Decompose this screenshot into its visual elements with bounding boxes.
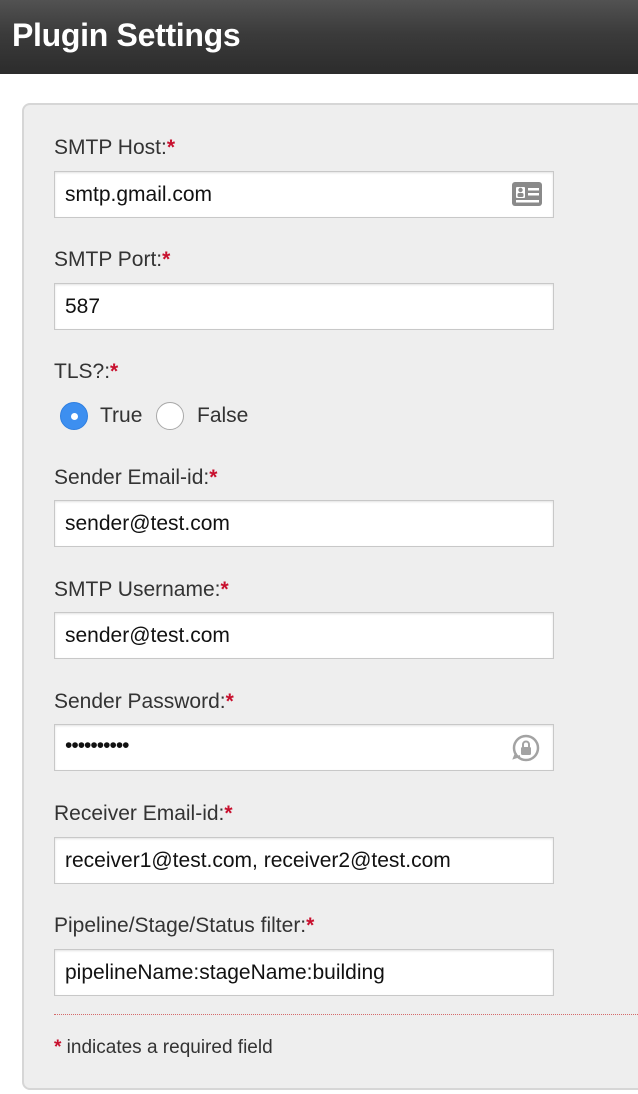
tls-false-label[interactable]: False bbox=[197, 404, 248, 428]
required-marker: * bbox=[166, 136, 175, 159]
tls-true-radio[interactable] bbox=[60, 402, 88, 430]
receiver-email-input[interactable]: receiver1@test.com, receiver2@test.com bbox=[54, 837, 554, 884]
tls-label: TLS?:* bbox=[54, 360, 119, 383]
smtp-host-input[interactable]: smtp.gmail.com bbox=[54, 171, 554, 218]
page-title: Plugin Settings bbox=[12, 17, 241, 53]
tls-false-radio[interactable] bbox=[156, 402, 184, 430]
required-footnote: * indicates a required field bbox=[54, 1037, 273, 1059]
required-marker: * bbox=[224, 802, 233, 825]
smtp-port-value: 587 bbox=[65, 295, 101, 318]
required-marker: * bbox=[306, 914, 315, 937]
sender-password-value: •••••••••• bbox=[65, 734, 130, 757]
password-lock-icon[interactable] bbox=[511, 733, 541, 768]
sender-password-input[interactable]: •••••••••• bbox=[54, 724, 554, 771]
receiver-email-label: Receiver Email-id:* bbox=[54, 802, 233, 825]
smtp-username-input[interactable]: sender@test.com bbox=[54, 612, 554, 659]
tls-true-label[interactable]: True bbox=[100, 404, 142, 428]
required-marker: * bbox=[225, 690, 234, 713]
contact-card-icon[interactable] bbox=[511, 181, 543, 212]
sender-email-input[interactable]: sender@test.com bbox=[54, 500, 554, 547]
divider bbox=[54, 1014, 638, 1015]
filter-label: Pipeline/Stage/Status filter:* bbox=[54, 914, 315, 937]
smtp-host-value: smtp.gmail.com bbox=[65, 183, 213, 206]
required-marker: * bbox=[162, 248, 171, 271]
smtp-port-input[interactable]: 587 bbox=[54, 283, 554, 330]
smtp-username-value: sender@test.com bbox=[65, 624, 230, 647]
required-marker: * bbox=[110, 360, 119, 383]
sender-email-value: sender@test.com bbox=[65, 512, 230, 535]
required-marker: * bbox=[209, 466, 218, 489]
smtp-host-label: SMTP Host:* bbox=[54, 136, 175, 159]
sender-password-label: Sender Password:* bbox=[54, 690, 234, 713]
required-marker: * bbox=[220, 578, 229, 601]
footnote-text: indicates a required field bbox=[61, 1037, 273, 1058]
filter-value: pipelineName:stageName:building bbox=[65, 961, 385, 984]
smtp-port-label: SMTP Port:* bbox=[54, 248, 171, 271]
receiver-email-value: receiver1@test.com, receiver2@test.com bbox=[65, 849, 451, 872]
page-header: Plugin Settings bbox=[0, 0, 638, 74]
filter-input[interactable]: pipelineName:stageName:building bbox=[54, 949, 554, 996]
sender-email-label: Sender Email-id:* bbox=[54, 466, 218, 489]
smtp-username-label: SMTP Username:* bbox=[54, 578, 229, 601]
